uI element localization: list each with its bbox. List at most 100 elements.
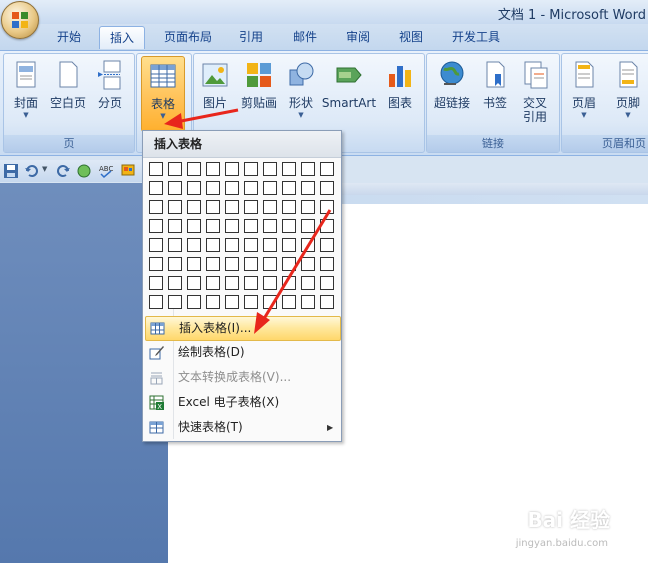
table-grid-cell[interactable] — [225, 295, 239, 309]
table-grid-cell[interactable] — [149, 295, 163, 309]
picture-button[interactable]: 图片 — [196, 56, 234, 110]
table-grid-cell[interactable] — [149, 162, 163, 176]
table-grid-cell[interactable] — [168, 162, 182, 176]
table-grid-cell[interactable] — [168, 219, 182, 233]
redo-icon[interactable] — [55, 163, 71, 179]
table-grid-cell[interactable] — [206, 295, 220, 309]
chart-button[interactable]: 图表 — [380, 56, 420, 110]
table-grid-cell[interactable] — [301, 295, 315, 309]
table-grid-cell[interactable] — [282, 181, 296, 195]
table-grid-cell[interactable] — [320, 295, 334, 309]
cross-reference-button[interactable]: 交叉 引用 — [515, 56, 555, 124]
table-grid-cell[interactable] — [320, 257, 334, 271]
table-grid-cell[interactable] — [282, 162, 296, 176]
table-grid-cell[interactable] — [187, 219, 201, 233]
table-grid-cell[interactable] — [149, 219, 163, 233]
table-grid-cell[interactable] — [225, 200, 239, 214]
table-grid-cell[interactable] — [320, 219, 334, 233]
table-grid-cell[interactable] — [282, 276, 296, 290]
table-grid-cell[interactable] — [320, 238, 334, 252]
table-grid-cell[interactable] — [320, 200, 334, 214]
table-grid-cell[interactable] — [301, 257, 315, 271]
table-grid-cell[interactable] — [244, 295, 258, 309]
table-grid-cell[interactable] — [301, 276, 315, 290]
table-grid-cell[interactable] — [225, 257, 239, 271]
tab-mailings[interactable]: 邮件 — [283, 26, 327, 48]
tab-view[interactable]: 视图 — [389, 26, 433, 48]
table-grid-cell[interactable] — [206, 200, 220, 214]
tab-home[interactable]: 开始 — [47, 26, 91, 48]
table-grid-cell[interactable] — [244, 238, 258, 252]
table-button[interactable]: 表格 ▼ — [141, 56, 185, 132]
table-grid-cell[interactable] — [225, 181, 239, 195]
menu-item-insert-table[interactable]: 插入表格(I)... — [145, 316, 341, 341]
table-grid-cell[interactable] — [225, 276, 239, 290]
table-grid-cell[interactable] — [263, 238, 277, 252]
table-grid-cell[interactable] — [263, 295, 277, 309]
table-grid-cell[interactable] — [225, 238, 239, 252]
shapes-button[interactable]: 形状 ▼ — [284, 56, 318, 120]
header-button[interactable]: 页眉 ▼ — [564, 56, 604, 120]
footer-button[interactable]: 页脚 ▼ — [608, 56, 648, 120]
table-grid-cell[interactable] — [206, 276, 220, 290]
menu-item-quick-tables[interactable]: 快速表格(T) ▶ — [145, 416, 339, 439]
tab-developer[interactable]: 开发工具 — [443, 26, 509, 48]
table-grid-cell[interactable] — [282, 200, 296, 214]
table-grid-cell[interactable] — [168, 257, 182, 271]
table-grid-cell[interactable] — [206, 162, 220, 176]
table-grid-cell[interactable] — [301, 200, 315, 214]
blank-page-button[interactable]: 空白页 — [48, 56, 88, 110]
tab-review[interactable]: 审阅 — [336, 26, 380, 48]
menu-item-excel-spreadsheet[interactable]: X Excel 电子表格(X) — [145, 391, 339, 414]
smartart-button[interactable]: SmartArt — [320, 56, 378, 110]
page-break-button[interactable]: 分页 — [90, 56, 130, 110]
table-grid-cell[interactable] — [263, 162, 277, 176]
menu-item-draw-table[interactable]: 绘制表格(D) — [145, 341, 339, 364]
table-grid-cell[interactable] — [206, 181, 220, 195]
table-grid-cell[interactable] — [320, 162, 334, 176]
table-grid-cell[interactable] — [149, 276, 163, 290]
menu-item-convert-text[interactable]: 文本转换成表格(V)... — [145, 366, 339, 389]
table-grid-cell[interactable] — [187, 257, 201, 271]
tab-insert[interactable]: 插入 — [99, 26, 145, 49]
table-grid-cell[interactable] — [187, 238, 201, 252]
bookmark-button[interactable]: 书签 — [477, 56, 513, 110]
office-button[interactable] — [1, 1, 39, 39]
table-grid-cell[interactable] — [149, 181, 163, 195]
table-grid-cell[interactable] — [244, 181, 258, 195]
clip-art-button[interactable]: 剪贴画 — [236, 56, 282, 110]
table-grid-cell[interactable] — [282, 295, 296, 309]
table-grid-cell[interactable] — [187, 181, 201, 195]
table-grid-cell[interactable] — [149, 257, 163, 271]
table-grid-cell[interactable] — [263, 181, 277, 195]
tab-page-layout[interactable]: 页面布局 — [155, 26, 221, 48]
table-grid-cell[interactable] — [263, 200, 277, 214]
table-grid-cell[interactable] — [301, 238, 315, 252]
table-grid-cell[interactable] — [320, 181, 334, 195]
table-grid-cell[interactable] — [225, 219, 239, 233]
table-grid-cell[interactable] — [168, 276, 182, 290]
table-grid-cell[interactable] — [301, 219, 315, 233]
table-grid-cell[interactable] — [282, 238, 296, 252]
cover-page-button[interactable]: 封面 ▼ — [6, 56, 46, 120]
table-grid-cell[interactable] — [149, 238, 163, 252]
tab-references[interactable]: 引用 — [229, 26, 273, 48]
undo-dropdown-icon[interactable]: ▼ — [42, 165, 47, 173]
table-grid-cell[interactable] — [168, 238, 182, 252]
table-grid-cell[interactable] — [187, 276, 201, 290]
table-grid-cell[interactable] — [206, 257, 220, 271]
spelling-icon[interactable]: ABC — [98, 163, 114, 179]
table-grid-cell[interactable] — [244, 219, 258, 233]
table-grid-cell[interactable] — [244, 200, 258, 214]
table-grid-cell[interactable] — [263, 219, 277, 233]
table-grid-cell[interactable] — [206, 219, 220, 233]
save-icon[interactable] — [3, 163, 19, 179]
table-grid-cell[interactable] — [282, 219, 296, 233]
table-grid-cell[interactable] — [244, 162, 258, 176]
table-grid-cell[interactable] — [225, 162, 239, 176]
table-grid-cell[interactable] — [320, 276, 334, 290]
table-grid-cell[interactable] — [149, 200, 163, 214]
table-grid-cell[interactable] — [282, 257, 296, 271]
table-grid-cell[interactable] — [168, 295, 182, 309]
table-grid-cell[interactable] — [187, 295, 201, 309]
